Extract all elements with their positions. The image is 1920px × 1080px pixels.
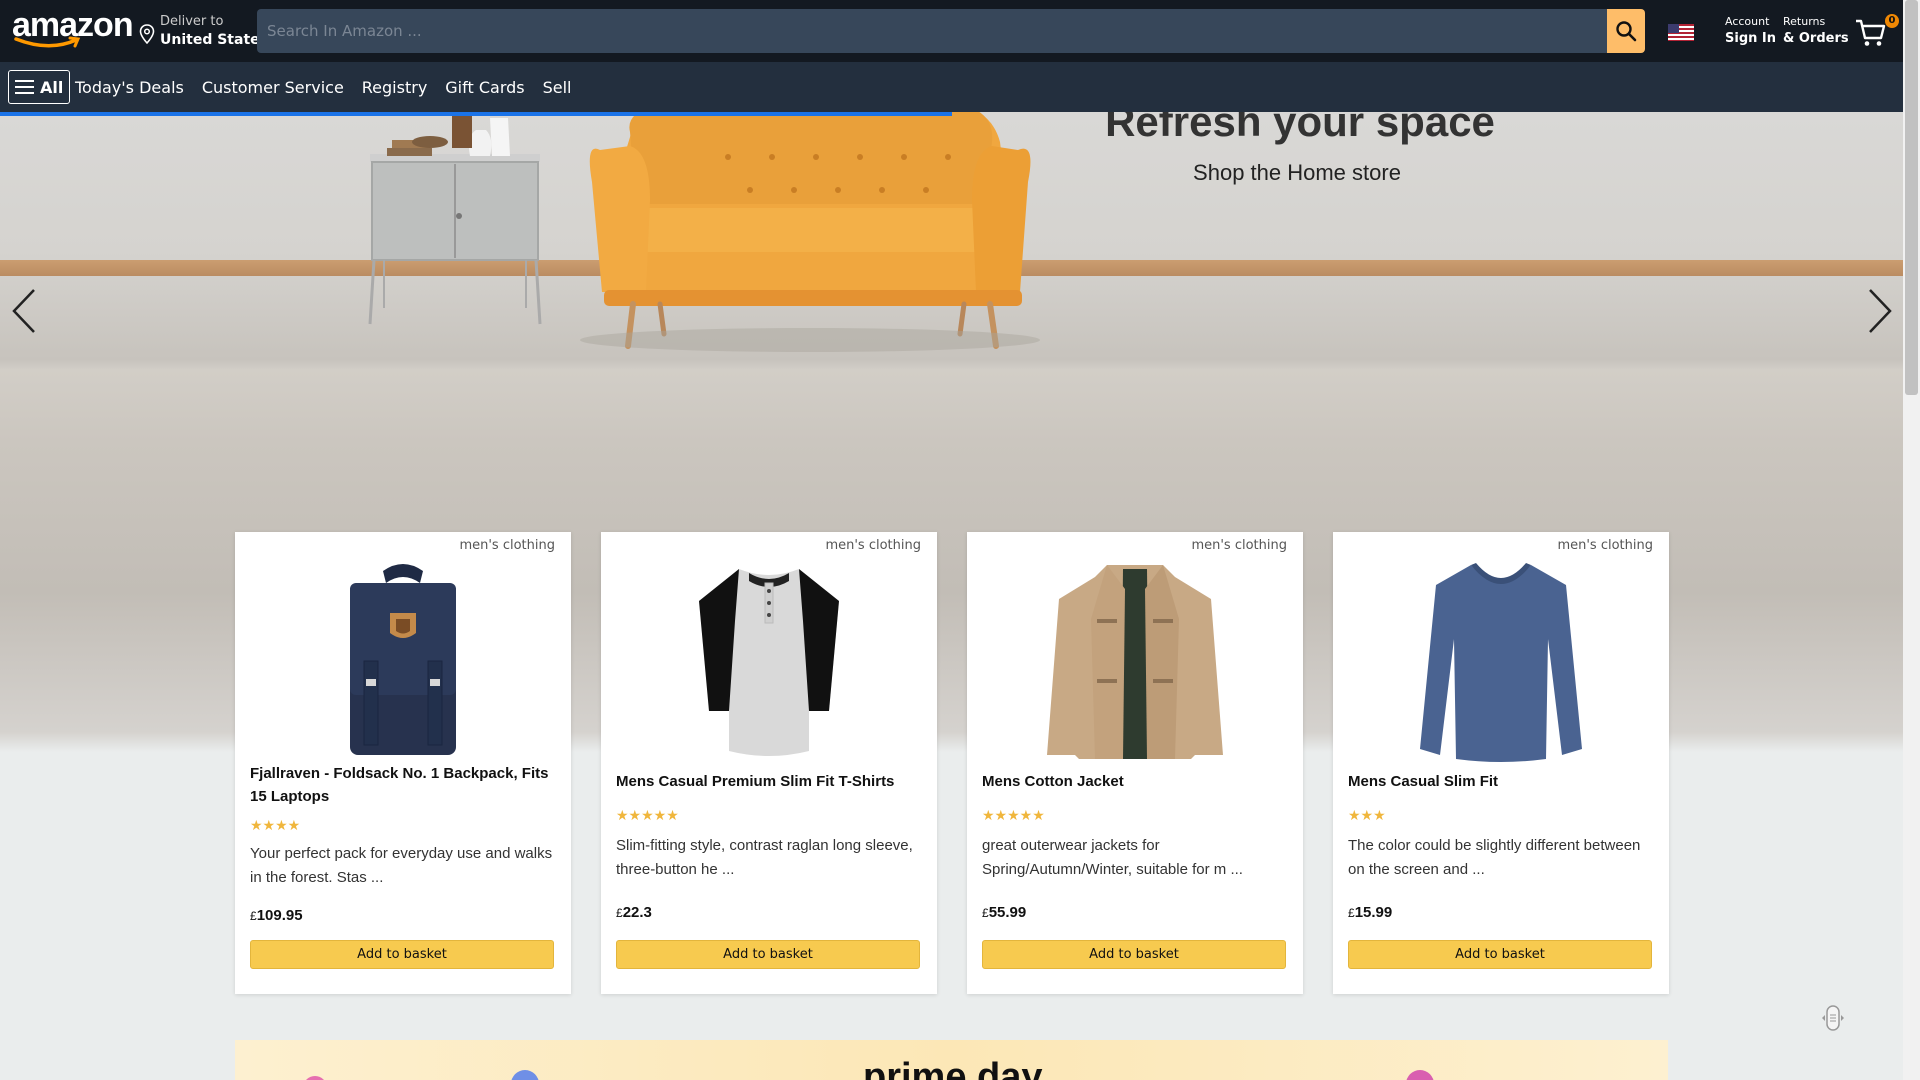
add-to-basket-button[interactable]: Add to basket [1348, 940, 1652, 969]
product-card: men's clothing Fjallraven - Foldsack No.… [235, 532, 571, 994]
us-flag-icon[interactable] [1668, 24, 1694, 41]
scrollbar-thumb[interactable] [1905, 0, 1918, 395]
search-icon [1616, 21, 1637, 42]
page-scrollbar[interactable] [1903, 0, 1920, 1080]
nav-link-gift-cards[interactable]: Gift Cards [445, 78, 524, 97]
location-pin-icon [139, 24, 155, 44]
cart-button[interactable]: 0 [1855, 14, 1899, 48]
product-title[interactable]: Fjallraven - Foldsack No. 1 Backpack, Fi… [250, 762, 559, 808]
raglan-tshirt-image [699, 569, 839, 756]
all-label: All [40, 77, 64, 97]
account-label: Account [1725, 15, 1770, 28]
signin-label: Sign In [1725, 31, 1776, 46]
product-rating-stars: ★★★ [1348, 808, 1386, 824]
hamburger-icon [15, 80, 34, 94]
balloon-decoration-icon [306, 1076, 324, 1080]
balloon-decoration-icon [1406, 1070, 1434, 1080]
add-to-basket-button[interactable]: Add to basket [250, 940, 554, 969]
sub-navbar: All Today's Deals Customer Service Regis… [0, 62, 1903, 112]
hero-subtitle[interactable]: Shop the Home store [1000, 160, 1594, 186]
prime-day-text: prime day [863, 1056, 1043, 1080]
all-menu-button[interactable]: All [8, 70, 71, 104]
product-card: men's clothing Mens Casual Premium Slim … [601, 532, 937, 994]
nav-link-registry[interactable]: Registry [362, 78, 428, 97]
hero-title: Refresh your space [1105, 112, 1495, 145]
deliver-country: United States [160, 32, 268, 48]
product-image[interactable] [303, 556, 503, 766]
cotton-jacket-image [1047, 565, 1223, 759]
balloon-decoration-icon [511, 1070, 539, 1080]
product-title[interactable]: Mens Casual Slim Fit [1348, 770, 1657, 793]
product-image[interactable] [669, 556, 869, 766]
add-to-basket-button[interactable]: Add to basket [616, 940, 920, 969]
add-to-basket-button[interactable]: Add to basket [982, 940, 1286, 969]
cart-count-badge: 0 [1885, 14, 1899, 28]
product-description: Your perfect pack for everyday use and w… [250, 845, 553, 886]
product-category: men's clothing [459, 538, 555, 553]
product-category: men's clothing [1557, 538, 1653, 553]
product-description: The color could be slightly different be… [1348, 837, 1641, 878]
product-image[interactable] [1401, 556, 1601, 766]
product-rating-stars: ★★★★ [250, 818, 301, 834]
product-price: £22.3 [616, 904, 652, 921]
product-rating-stars: ★★★★★ [982, 808, 1045, 824]
product-price: £109.95 [250, 907, 303, 924]
carousel-progress-bar [0, 112, 952, 116]
product-category: men's clothing [825, 538, 921, 553]
product-card: men's clothing Mens Casual Slim Fit ★★★ … [1333, 532, 1669, 994]
search-button[interactable] [1607, 9, 1645, 53]
top-navbar: amazon Deliver to United States Account … [0, 0, 1903, 62]
nav-link-sell[interactable]: Sell [543, 78, 572, 97]
hero-room-illustration [368, 112, 1040, 352]
deliver-label: Deliver to [160, 14, 224, 29]
amazon-smile-icon [14, 36, 81, 48]
product-category: men's clothing [1191, 538, 1287, 553]
product-image[interactable] [1035, 556, 1235, 766]
drag-handle-icon[interactable] [1818, 1003, 1848, 1033]
backpack-image [350, 564, 456, 755]
nav-link-todays-deals[interactable]: Today's Deals [75, 78, 184, 97]
carousel-prev-arrow-icon[interactable] [10, 288, 40, 334]
product-title[interactable]: Mens Cotton Jacket [982, 770, 1291, 793]
nav-links: Today's Deals Customer Service Registry … [75, 78, 572, 97]
prime-day-banner[interactable]: prime day [235, 1040, 1668, 1080]
product-description: Slim-fitting style, contrast raglan long… [616, 837, 913, 878]
orders-label: & Orders [1783, 31, 1849, 46]
product-title[interactable]: Mens Casual Premium Slim Fit T-Shirts [616, 770, 925, 793]
slim-fit-shirt-image [1420, 563, 1582, 762]
product-card: men's clothing Mens Cotton Jacket ★★★★★ … [967, 532, 1303, 994]
nav-link-customer-service[interactable]: Customer Service [202, 78, 344, 97]
returns-orders[interactable]: Returns & Orders [1783, 15, 1849, 46]
returns-label: Returns [1783, 15, 1826, 28]
search-input[interactable] [257, 9, 1607, 53]
carousel-next-arrow-icon[interactable] [1864, 288, 1894, 334]
product-grid: men's clothing Fjallraven - Foldsack No.… [235, 532, 1669, 994]
product-price: £55.99 [982, 904, 1027, 921]
search-bar [257, 9, 1645, 53]
cart-icon [1856, 19, 1886, 46]
product-rating-stars: ★★★★★ [616, 808, 679, 824]
account-signin[interactable]: Account Sign In [1725, 15, 1776, 46]
product-description: great outerwear jackets for Spring/Autum… [982, 837, 1243, 878]
product-price: £15.99 [1348, 904, 1393, 921]
